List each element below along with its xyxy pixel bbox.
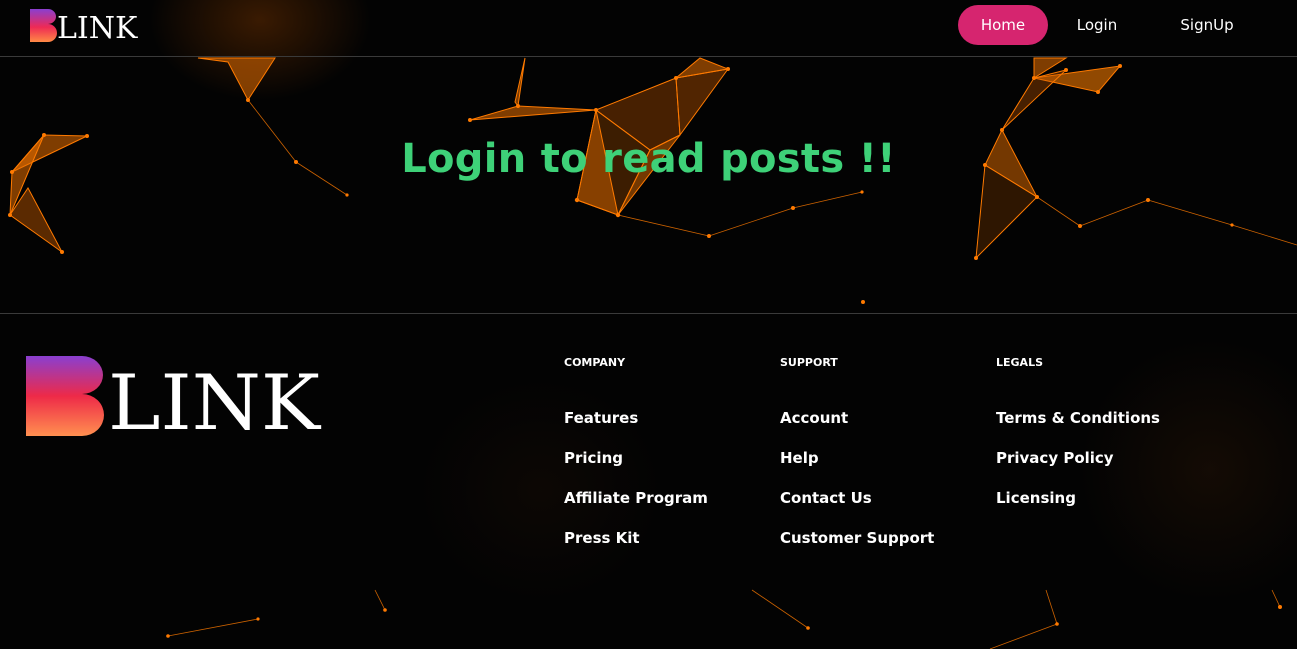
footer-link-pricing[interactable]: Pricing: [564, 449, 708, 489]
footer-column-title: SUPPORT: [780, 356, 838, 369]
footer-link-affiliate-program[interactable]: Affiliate Program: [564, 489, 708, 529]
blink-logo-large[interactable]: LINK: [26, 352, 326, 438]
page: LINK Home Login SignUp Login to read pos…: [0, 0, 1297, 649]
nav-login-button[interactable]: Login: [1062, 5, 1132, 45]
footer-link-terms-conditions[interactable]: Terms & Conditions: [996, 409, 1160, 449]
footer-column-legals: LEGALS Terms & Conditions Privacy Policy…: [996, 354, 1160, 529]
footer-link-privacy-policy[interactable]: Privacy Policy: [996, 449, 1160, 489]
footer-link-account[interactable]: Account: [780, 409, 934, 449]
top-navbar: LINK Home Login SignUp: [0, 0, 1297, 57]
footer-column-title: COMPANY: [564, 356, 626, 369]
login-prompt-heading: Login to read posts !!: [401, 136, 896, 182]
footer-link-customer-support[interactable]: Customer Support: [780, 529, 934, 569]
footer-column-company: COMPANY Features Pricing Affiliate Progr…: [564, 354, 708, 569]
footer-column-support: SUPPORT Account Help Contact Us Customer…: [780, 354, 934, 569]
section-divider: [0, 313, 1297, 314]
footer-link-contact-us[interactable]: Contact Us: [780, 489, 934, 529]
logo-text: LINK: [57, 11, 138, 42]
nav-signup-button[interactable]: SignUp: [1167, 5, 1247, 45]
footer-link-press-kit[interactable]: Press Kit: [564, 529, 708, 569]
blink-logo[interactable]: LINK: [30, 9, 150, 42]
footer-link-help[interactable]: Help: [780, 449, 934, 489]
footer-column-title: LEGALS: [996, 356, 1043, 369]
footer-link-licensing[interactable]: Licensing: [996, 489, 1160, 529]
footer-link-features[interactable]: Features: [564, 409, 708, 449]
logo-text-large: LINK: [108, 358, 321, 438]
nav-home-button[interactable]: Home: [958, 5, 1048, 45]
